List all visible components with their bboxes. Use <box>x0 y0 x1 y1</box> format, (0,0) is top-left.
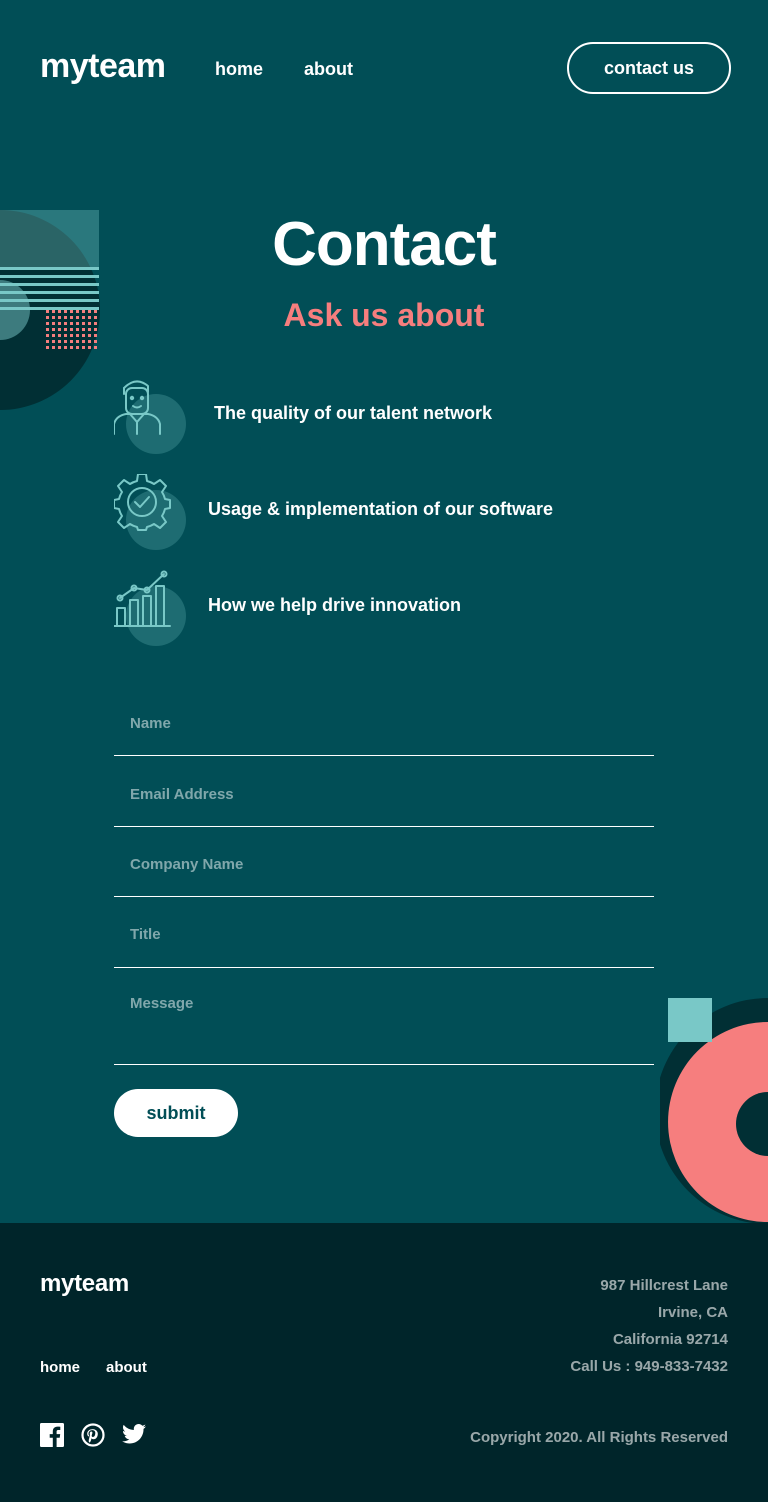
page-title: Contact <box>272 210 497 279</box>
pinterest-icon[interactable] <box>81 1423 107 1449</box>
feature-text: How we help drive innovation <box>208 595 462 615</box>
nav-link-home[interactable]: home <box>215 58 263 80</box>
name-input[interactable] <box>114 708 654 738</box>
person-icon <box>114 380 161 435</box>
site-footer: myteam home about 987 Hillcrest Lane Irv… <box>0 1223 768 1502</box>
decorative-pattern-right <box>655 996 768 1224</box>
feature-talent-network: The quality of our talent network <box>114 378 674 454</box>
copyright-text: Copyright 2020. All Rights Reserved <box>470 1429 728 1446</box>
footer-link-about[interactable]: about <box>106 1358 147 1378</box>
title-field-wrapper <box>114 919 654 968</box>
feature-text: Usage & implementation of our software <box>208 499 554 519</box>
gear-check-icon <box>114 474 171 531</box>
footer-link-home[interactable]: home <box>40 1358 80 1378</box>
message-field-wrapper <box>114 995 654 1065</box>
feature-drive-innovation: How we help drive innovation <box>114 570 674 646</box>
facebook-icon[interactable] <box>40 1423 66 1449</box>
twitter-icon[interactable] <box>122 1423 148 1449</box>
submit-button[interactable]: submit <box>114 1089 238 1137</box>
email-input[interactable] <box>114 779 654 809</box>
title-input[interactable] <box>114 919 654 949</box>
contact-us-button[interactable]: contact us <box>567 42 731 94</box>
feature-text: The quality of our talent network <box>214 403 493 423</box>
feature-software-usage: Usage & implementation of our software <box>114 474 674 550</box>
email-field-wrapper <box>114 779 654 827</box>
site-header: myteam home about contact us <box>0 0 768 140</box>
footer-logo[interactable]: myteam <box>40 1269 129 1299</box>
nav-link-about[interactable]: about <box>304 58 353 80</box>
company-field-wrapper <box>114 849 654 897</box>
address-line-city: Irvine, CA <box>657 1304 728 1321</box>
phone-number: Call Us : 949-833-7432 <box>570 1358 728 1375</box>
chart-icon <box>114 570 171 627</box>
message-textarea[interactable] <box>114 995 654 1055</box>
address-line-street: 987 Hillcrest Lane <box>600 1277 728 1294</box>
address-line-state: California 92714 <box>612 1331 728 1348</box>
logo[interactable]: myteam <box>40 46 166 86</box>
company-name-input[interactable] <box>114 849 654 879</box>
name-field-wrapper <box>114 708 654 756</box>
page-subtitle: Ask us about <box>283 297 485 333</box>
